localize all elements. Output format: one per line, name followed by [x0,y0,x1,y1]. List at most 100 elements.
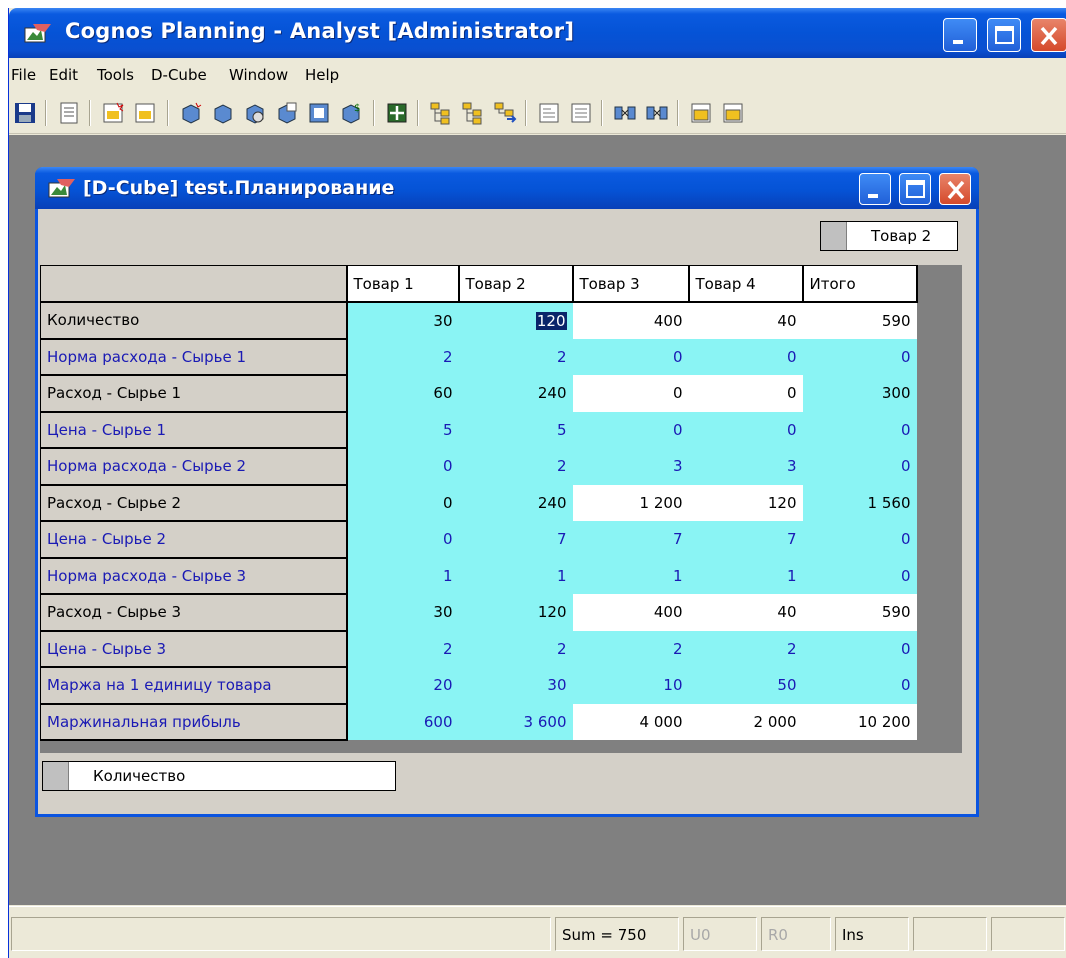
grid-cell[interactable]: 4 000 [572,703,689,740]
close-button[interactable] [1031,18,1066,52]
grid-cell[interactable]: 40 [688,302,803,339]
grid-cell[interactable]: 120 [458,594,573,631]
grid-cell[interactable]: 590 [802,302,917,339]
grid-cell[interactable]: 0 [688,411,803,448]
cube-calc-icon[interactable] [307,101,331,125]
row-header[interactable]: Норма расхода - Сырье 3 [40,557,348,595]
grid-cell[interactable]: 10 200 [802,703,917,740]
grid-cell[interactable]: 5 [458,411,573,448]
grid-cell[interactable]: 120 [458,302,573,339]
table-new-icon[interactable] [689,101,713,125]
grid-cell[interactable]: 400 [572,594,689,631]
grid-cell[interactable]: 1 [458,557,573,594]
grid-cell[interactable]: 0 [346,448,459,485]
column-header[interactable]: Товар 2 [458,265,574,303]
cube-open-icon[interactable] [211,101,235,125]
grid-cell[interactable]: 600 [346,703,459,740]
grid-cell[interactable]: 1 [572,557,689,594]
grid-cell[interactable]: 1 200 [572,484,689,521]
menu-file[interactable]: File [11,66,36,84]
grid-cell[interactable]: 0 [572,338,689,375]
grid-cell[interactable]: 5 [346,411,459,448]
grid-cell[interactable]: 590 [802,594,917,631]
row-header[interactable]: Норма расхода - Сырье 2 [40,447,348,486]
menu-tools[interactable]: Tools [97,66,134,84]
row-header[interactable]: Норма расхода - Сырье 1 [40,338,348,376]
grid-cell[interactable]: 300 [802,375,917,412]
grid-cell[interactable]: 0 [572,411,689,448]
grid-cell[interactable]: 0 [802,448,917,485]
grid-cell[interactable]: 2 [346,630,459,667]
grid-cell[interactable]: 20 [346,667,459,704]
cube-dollar-icon[interactable]: $ [339,101,363,125]
doc-new-icon[interactable] [537,101,561,125]
grid-cell[interactable]: 0 [346,521,459,558]
grid-cell[interactable]: 40 [688,594,803,631]
cube-icon[interactable] [179,101,203,125]
grid-cell[interactable]: 30 [346,302,459,339]
grid-cell[interactable]: 7 [688,521,803,558]
table-open-icon[interactable] [721,101,745,125]
list-icon[interactable] [57,101,81,125]
grid-cell[interactable]: 240 [458,375,573,412]
grid-cell[interactable]: 30 [458,667,573,704]
grid-cell[interactable]: 0 [802,630,917,667]
grid-cell[interactable]: 2 [458,630,573,667]
grid-cell[interactable]: 3 [572,448,689,485]
maximize-button[interactable] [987,18,1021,52]
tree-open-icon[interactable] [461,101,485,125]
grid-cell[interactable]: 400 [572,302,689,339]
dcube-title-bar[interactable]: [D-Cube] test.Планирование [35,167,979,209]
context-dimension-selector[interactable]: Товар 2 [820,221,958,251]
grid-cell[interactable]: 60 [346,375,459,412]
title-bar[interactable]: Cognos Planning - Analyst [Administrator… [9,8,1066,58]
row-header[interactable]: Цена - Сырье 3 [40,630,348,668]
tree-new-icon[interactable] [429,101,453,125]
grid-cell[interactable]: 240 [458,484,573,521]
open-dcube-icon[interactable] [133,101,157,125]
grid-cell[interactable]: 3 [688,448,803,485]
link-open-icon[interactable] [645,101,669,125]
grid-cell[interactable]: 0 [802,338,917,375]
tree-arrow-icon[interactable] [493,101,517,125]
row-header[interactable]: Количество [40,301,348,340]
column-header[interactable]: Товар 4 [688,265,804,303]
grid-cell[interactable]: 7 [458,521,573,558]
grid-cell[interactable]: 120 [688,484,803,521]
link-new-icon[interactable] [613,101,637,125]
cube-new-icon[interactable] [275,101,299,125]
child-maximize-button[interactable] [899,173,931,205]
grid-cell[interactable]: 0 [802,667,917,704]
column-header[interactable]: Товар 3 [572,265,690,303]
row-header[interactable]: Расход - Сырье 2 [40,484,348,522]
column-header[interactable]: Товар 1 [346,265,460,303]
selected-cell-value[interactable]: 120 [535,311,567,330]
doc-open-icon[interactable] [569,101,593,125]
row-header[interactable]: Цена - Сырье 1 [40,411,348,449]
minimize-button[interactable] [943,18,977,52]
grid-cell[interactable]: 0 [346,484,459,521]
grid-cell[interactable]: 0 [572,375,689,412]
grid-cell[interactable]: 2 [688,630,803,667]
row-header[interactable]: Маржинальная прибыль [40,703,348,741]
grid-cell[interactable]: 1 [688,557,803,594]
grid-cell[interactable]: 0 [688,338,803,375]
grid-cell[interactable]: 2 [572,630,689,667]
grid-cell[interactable]: 2 [458,338,573,375]
cube-search-icon[interactable] [243,101,267,125]
child-close-button[interactable] [939,173,971,205]
row-header[interactable]: Маржа на 1 единицу товара [40,666,348,705]
child-minimize-button[interactable] [859,173,891,205]
row-header[interactable]: Цена - Сырье 2 [40,520,348,559]
menu-help[interactable]: Help [305,66,339,84]
row-header[interactable]: Расход - Сырье 1 [40,374,348,413]
grid-cell[interactable]: 1 [346,557,459,594]
grid-cell[interactable]: 1 560 [802,484,917,521]
grid-cell[interactable]: 7 [572,521,689,558]
new-dcube-icon[interactable] [101,101,125,125]
menu-dcube[interactable]: D-Cube [151,66,207,84]
grid-icon[interactable] [385,101,409,125]
grid-cell[interactable]: 0 [802,521,917,558]
grid-cell[interactable]: 0 [802,557,917,594]
grid-cell[interactable]: 2 000 [688,703,803,740]
